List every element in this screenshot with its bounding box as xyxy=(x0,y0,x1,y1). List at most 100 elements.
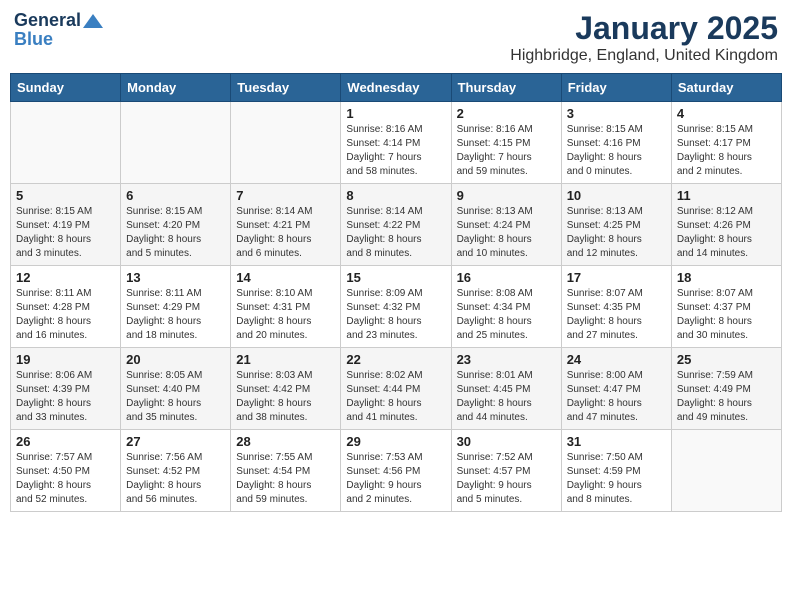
weekday-header-saturday: Saturday xyxy=(671,74,781,102)
weekday-header-tuesday: Tuesday xyxy=(231,74,341,102)
day-number: 23 xyxy=(457,352,556,367)
day-info: Sunrise: 7:55 AM Sunset: 4:54 PM Dayligh… xyxy=(236,451,335,507)
calendar-week-3: 12 Sunrise: 8:11 AM Sunset: 4:28 PM Dayli… xyxy=(11,266,782,348)
calendar-cell: 19 Sunrise: 8:06 AM Sunset: 4:39 PM Dayli… xyxy=(11,348,121,430)
weekday-header-thursday: Thursday xyxy=(451,74,561,102)
day-info: Sunrise: 8:15 AM Sunset: 4:17 PM Dayligh… xyxy=(677,123,776,179)
day-info: Sunrise: 7:56 AM Sunset: 4:52 PM Dayligh… xyxy=(126,451,225,507)
day-number: 12 xyxy=(16,270,115,285)
calendar-cell: 4 Sunrise: 8:15 AM Sunset: 4:17 PM Daylig… xyxy=(671,102,781,184)
calendar-cell xyxy=(671,430,781,512)
day-number: 28 xyxy=(236,434,335,449)
day-number: 22 xyxy=(346,352,445,367)
calendar-cell: 7Sunrise: 8:14 AM Sunset: 4:21 PM Daylig… xyxy=(231,184,341,266)
day-number: 4 xyxy=(677,106,776,121)
calendar-cell: 5 Sunrise: 8:15 AM Sunset: 4:19 PM Daylig… xyxy=(11,184,121,266)
day-info: Sunrise: 8:07 AM Sunset: 4:37 PM Dayligh… xyxy=(677,287,776,343)
calendar-cell: 3 Sunrise: 8:15 AM Sunset: 4:16 PM Daylig… xyxy=(561,102,671,184)
calendar-cell: 31 Sunrise: 7:50 AM Sunset: 4:59 PM Dayli… xyxy=(561,430,671,512)
calendar-cell: 24 Sunrise: 8:00 AM Sunset: 4:47 PM Dayli… xyxy=(561,348,671,430)
day-number: 21 xyxy=(236,352,335,367)
day-info: Sunrise: 8:07 AM Sunset: 4:35 PM Dayligh… xyxy=(567,287,666,343)
day-number: 3 xyxy=(567,106,666,121)
day-info: Sunrise: 8:11 AM Sunset: 4:29 PM Dayligh… xyxy=(126,287,225,343)
calendar-week-2: 5 Sunrise: 8:15 AM Sunset: 4:19 PM Daylig… xyxy=(11,184,782,266)
day-number: 20 xyxy=(126,352,225,367)
calendar-cell: 17Sunrise: 8:07 AM Sunset: 4:35 PM Dayli… xyxy=(561,266,671,348)
day-number: 6 xyxy=(126,188,225,203)
day-info: Sunrise: 8:00 AM Sunset: 4:47 PM Dayligh… xyxy=(567,369,666,425)
day-info: Sunrise: 8:05 AM Sunset: 4:40 PM Dayligh… xyxy=(126,369,225,425)
day-info: Sunrise: 7:50 AM Sunset: 4:59 PM Dayligh… xyxy=(567,451,666,507)
calendar-cell: 1Sunrise: 8:16 AM Sunset: 4:14 PM Daylig… xyxy=(341,102,451,184)
day-number: 9 xyxy=(457,188,556,203)
day-info: Sunrise: 8:15 AM Sunset: 4:19 PM Dayligh… xyxy=(16,205,115,261)
day-info: Sunrise: 8:03 AM Sunset: 4:42 PM Dayligh… xyxy=(236,369,335,425)
day-info: Sunrise: 8:14 AM Sunset: 4:22 PM Dayligh… xyxy=(346,205,445,261)
day-info: Sunrise: 8:06 AM Sunset: 4:39 PM Dayligh… xyxy=(16,369,115,425)
calendar-cell: 12 Sunrise: 8:11 AM Sunset: 4:28 PM Dayli… xyxy=(11,266,121,348)
calendar-cell: 30Sunrise: 7:52 AM Sunset: 4:57 PM Dayli… xyxy=(451,430,561,512)
day-info: Sunrise: 8:11 AM Sunset: 4:28 PM Dayligh… xyxy=(16,287,115,343)
calendar-cell: 22 Sunrise: 8:02 AM Sunset: 4:44 PM Dayli… xyxy=(341,348,451,430)
calendar-cell xyxy=(121,102,231,184)
weekday-header-wednesday: Wednesday xyxy=(341,74,451,102)
calendar-cell: 25 Sunrise: 7:59 AM Sunset: 4:49 PM Dayli… xyxy=(671,348,781,430)
logo-blue-text: Blue xyxy=(14,29,53,50)
calendar-cell: 21 Sunrise: 8:03 AM Sunset: 4:42 PM Dayli… xyxy=(231,348,341,430)
day-number: 10 xyxy=(567,188,666,203)
day-info: Sunrise: 8:15 AM Sunset: 4:20 PM Dayligh… xyxy=(126,205,225,261)
calendar-cell: 2Sunrise: 8:16 AM Sunset: 4:15 PM Daylig… xyxy=(451,102,561,184)
calendar-cell: 27 Sunrise: 7:56 AM Sunset: 4:52 PM Dayli… xyxy=(121,430,231,512)
calendar-cell: 11 Sunrise: 8:12 AM Sunset: 4:26 PM Dayli… xyxy=(671,184,781,266)
day-info: Sunrise: 8:02 AM Sunset: 4:44 PM Dayligh… xyxy=(346,369,445,425)
calendar-cell xyxy=(11,102,121,184)
calendar-cell: 26Sunrise: 7:57 AM Sunset: 4:50 PM Dayli… xyxy=(11,430,121,512)
title-area: January 2025 Highbridge, England, United… xyxy=(510,10,778,65)
day-number: 18 xyxy=(677,270,776,285)
weekday-header-sunday: Sunday xyxy=(11,74,121,102)
calendar-table: SundayMondayTuesdayWednesdayThursdayFrid… xyxy=(10,73,782,512)
calendar-cell: 13Sunrise: 8:11 AM Sunset: 4:29 PM Dayli… xyxy=(121,266,231,348)
day-number: 15 xyxy=(346,270,445,285)
calendar-header-row: SundayMondayTuesdayWednesdayThursdayFrid… xyxy=(11,74,782,102)
calendar-cell: 14Sunrise: 8:10 AM Sunset: 4:31 PM Dayli… xyxy=(231,266,341,348)
day-info: Sunrise: 8:15 AM Sunset: 4:16 PM Dayligh… xyxy=(567,123,666,179)
day-number: 16 xyxy=(457,270,556,285)
logo-general-text: General xyxy=(14,10,81,31)
day-number: 26 xyxy=(16,434,115,449)
day-info: Sunrise: 7:53 AM Sunset: 4:56 PM Dayligh… xyxy=(346,451,445,507)
calendar-cell: 20 Sunrise: 8:05 AM Sunset: 4:40 PM Dayli… xyxy=(121,348,231,430)
calendar-cell xyxy=(231,102,341,184)
calendar-cell: 29 Sunrise: 7:53 AM Sunset: 4:56 PM Dayli… xyxy=(341,430,451,512)
calendar-week-1: 1Sunrise: 8:16 AM Sunset: 4:14 PM Daylig… xyxy=(11,102,782,184)
day-info: Sunrise: 8:09 AM Sunset: 4:32 PM Dayligh… xyxy=(346,287,445,343)
day-number: 8 xyxy=(346,188,445,203)
logo: General Blue xyxy=(14,10,103,50)
day-number: 25 xyxy=(677,352,776,367)
day-number: 11 xyxy=(677,188,776,203)
month-title: January 2025 xyxy=(510,10,778,47)
calendar-cell: 10 Sunrise: 8:13 AM Sunset: 4:25 PM Dayli… xyxy=(561,184,671,266)
day-info: Sunrise: 7:59 AM Sunset: 4:49 PM Dayligh… xyxy=(677,369,776,425)
day-number: 5 xyxy=(16,188,115,203)
day-number: 29 xyxy=(346,434,445,449)
day-info: Sunrise: 8:13 AM Sunset: 4:24 PM Dayligh… xyxy=(457,205,556,261)
day-info: Sunrise: 8:12 AM Sunset: 4:26 PM Dayligh… xyxy=(677,205,776,261)
calendar-cell: 6 Sunrise: 8:15 AM Sunset: 4:20 PM Daylig… xyxy=(121,184,231,266)
day-info: Sunrise: 8:13 AM Sunset: 4:25 PM Dayligh… xyxy=(567,205,666,261)
day-number: 31 xyxy=(567,434,666,449)
day-info: Sunrise: 8:10 AM Sunset: 4:31 PM Dayligh… xyxy=(236,287,335,343)
day-info: Sunrise: 7:52 AM Sunset: 4:57 PM Dayligh… xyxy=(457,451,556,507)
day-number: 24 xyxy=(567,352,666,367)
calendar-week-5: 26Sunrise: 7:57 AM Sunset: 4:50 PM Dayli… xyxy=(11,430,782,512)
day-number: 27 xyxy=(126,434,225,449)
day-number: 1 xyxy=(346,106,445,121)
page-header: General Blue January 2025 Highbridge, En… xyxy=(10,10,782,65)
calendar-week-4: 19 Sunrise: 8:06 AM Sunset: 4:39 PM Dayli… xyxy=(11,348,782,430)
weekday-header-monday: Monday xyxy=(121,74,231,102)
calendar-cell: 18 Sunrise: 8:07 AM Sunset: 4:37 PM Dayli… xyxy=(671,266,781,348)
calendar-cell: 28 Sunrise: 7:55 AM Sunset: 4:54 PM Dayli… xyxy=(231,430,341,512)
day-number: 7 xyxy=(236,188,335,203)
day-number: 19 xyxy=(16,352,115,367)
